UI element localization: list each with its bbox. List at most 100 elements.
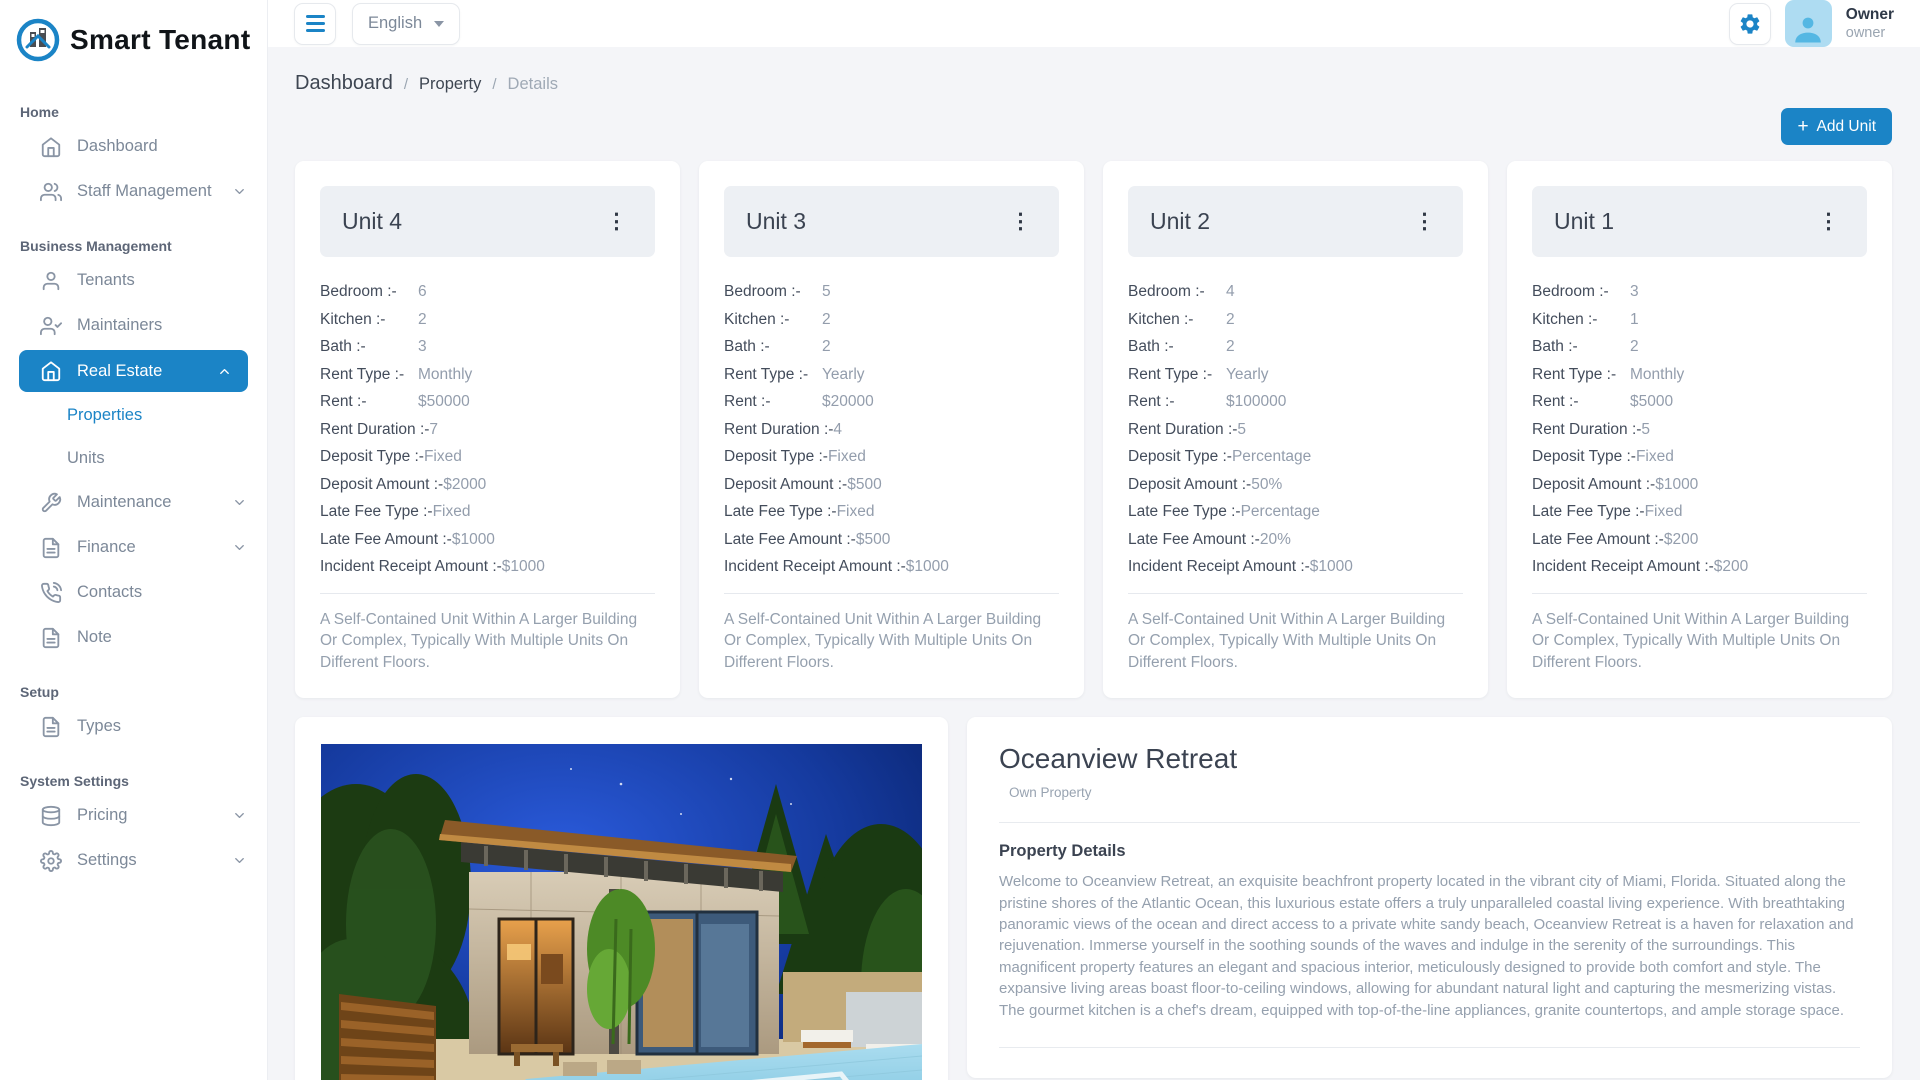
chevron-down-icon	[232, 853, 247, 868]
property-ownership-badge: Own Property	[999, 785, 1860, 800]
nav-section-setup: Setup	[20, 684, 247, 700]
unit-detail-row: Deposit Type :- Fixed	[1532, 448, 1867, 466]
unit-detail-row: Deposit Type :- Percentage	[1128, 448, 1463, 466]
breadcrumb-details: Details	[508, 75, 558, 94]
unit-detail-row: Late Fee Type :- Percentage	[1128, 503, 1463, 521]
unit-detail-row: Late Fee Type :- Fixed	[320, 503, 655, 521]
kebab-menu-icon[interactable]: ⋮	[1004, 209, 1037, 234]
unit-title: Unit 2	[1150, 208, 1210, 235]
file-icon	[40, 537, 62, 559]
unit-detail-row: Late Fee Amount :- 20%	[1128, 531, 1463, 549]
settings-button[interactable]	[1729, 3, 1771, 45]
sidebar-item-maintenance[interactable]: Maintenance	[0, 480, 267, 525]
property-photo	[321, 744, 922, 1080]
unit-detail-row: Bath :- 2	[1128, 338, 1463, 356]
chevron-down-icon	[232, 184, 247, 199]
unit-card-header: Unit 4 ⋮	[320, 186, 655, 257]
user-menu[interactable]: Owner owner	[1846, 5, 1894, 43]
unit-detail-row: Incident Receipt Amount :- $1000	[724, 558, 1059, 576]
unit-detail-row: Late Fee Amount :- $200	[1532, 531, 1867, 549]
unit-detail-row: Deposit Type :- Fixed	[724, 448, 1059, 466]
unit-detail-row: Incident Receipt Amount :- $200	[1532, 558, 1867, 576]
app-logo[interactable]: Smart Tenant	[0, 0, 267, 80]
unit-detail-row: Kitchen :- 1	[1532, 311, 1867, 329]
unit-detail-row: Rent :- $20000	[724, 393, 1059, 411]
chevron-down-icon	[232, 540, 247, 555]
nav-section-system-settings: System Settings	[20, 773, 247, 789]
unit-card: Unit 3 ⋮ Bedroom :- 5 Kitchen :-	[699, 161, 1084, 698]
unit-detail-row: Late Fee Type :- Fixed	[724, 503, 1059, 521]
unit-detail-row: Deposit Amount :- $2000	[320, 476, 655, 494]
kebab-menu-icon[interactable]: ⋮	[1812, 209, 1845, 234]
breadcrumb: Dashboard / Property / Details	[295, 72, 1892, 95]
property-details-card: Oceanview Retreat Own Property Property …	[967, 717, 1892, 1078]
nav-section-business: Business Management	[20, 238, 247, 254]
note-icon	[40, 627, 62, 649]
sidebar-item-real-estate[interactable]: Real Estate	[19, 350, 248, 392]
sidebar-nav: Home Dashboard Staff Management Business…	[0, 104, 267, 883]
user-role: owner	[1846, 24, 1894, 42]
plus-icon: +	[1797, 117, 1808, 136]
unit-detail-row: Incident Receipt Amount :- $1000	[320, 558, 655, 576]
person-check-icon	[40, 315, 62, 337]
unit-detail-row: Bath :- 2	[724, 338, 1059, 356]
unit-detail-row: Deposit Type :- Fixed	[320, 448, 655, 466]
sidebar-item-note[interactable]: Note	[0, 615, 267, 660]
gear-icon	[40, 850, 62, 872]
unit-detail-rows: Bedroom :- 5 Kitchen :- 2 Bath :-	[724, 283, 1059, 576]
unit-detail-row: Rent :- $5000	[1532, 393, 1867, 411]
unit-detail-row: Deposit Amount :- 50%	[1128, 476, 1463, 494]
sidebar-item-settings[interactable]: Settings	[0, 838, 267, 883]
sidebar-toggle-button[interactable]	[294, 3, 336, 45]
unit-card: Unit 2 ⋮ Bedroom :- 4 Kitchen :-	[1103, 161, 1488, 698]
person-icon	[1790, 11, 1826, 47]
unit-description: A Self-Contained Unit Within A Larger Bu…	[1128, 609, 1463, 673]
language-dropdown[interactable]: English	[352, 3, 460, 45]
sidebar-subitem-properties[interactable]: Properties	[0, 394, 267, 437]
breadcrumb-property[interactable]: Property	[419, 75, 481, 94]
kebab-menu-icon[interactable]: ⋮	[600, 209, 633, 234]
home-icon	[40, 136, 62, 158]
sidebar-item-types[interactable]: Types	[0, 704, 267, 749]
sidebar-item-finance[interactable]: Finance	[0, 525, 267, 570]
unit-detail-rows: Bedroom :- 3 Kitchen :- 1 Bath :-	[1532, 283, 1867, 576]
phone-icon	[40, 582, 62, 604]
sidebar-item-maintainers[interactable]: Maintainers	[0, 303, 267, 348]
unit-description: A Self-Contained Unit Within A Larger Bu…	[320, 609, 655, 673]
sidebar-item-staff-management[interactable]: Staff Management	[0, 169, 267, 214]
unit-card-header: Unit 1 ⋮	[1532, 186, 1867, 257]
unit-detail-row: Deposit Amount :- $1000	[1532, 476, 1867, 494]
property-details-heading: Property Details	[999, 842, 1860, 861]
user-name: Owner	[1846, 5, 1894, 24]
database-icon	[40, 805, 62, 827]
breadcrumb-dashboard[interactable]: Dashboard	[295, 72, 393, 95]
chevron-down-icon	[232, 495, 247, 510]
gear-icon	[1738, 12, 1762, 36]
unit-title: Unit 4	[342, 208, 402, 235]
note-icon	[40, 716, 62, 738]
chevron-down-icon	[232, 808, 247, 823]
add-unit-button[interactable]: + Add Unit	[1781, 108, 1892, 145]
unit-description: A Self-Contained Unit Within A Larger Bu…	[1532, 609, 1867, 673]
unit-detail-row: Incident Receipt Amount :- $1000	[1128, 558, 1463, 576]
unit-detail-row: Bedroom :- 4	[1128, 283, 1463, 301]
user-avatar[interactable]	[1785, 0, 1832, 47]
language-label: English	[368, 14, 422, 33]
sidebar-item-contacts[interactable]: Contacts	[0, 570, 267, 615]
sidebar-item-dashboard[interactable]: Dashboard	[0, 124, 267, 169]
unit-detail-row: Rent :- $50000	[320, 393, 655, 411]
divider	[999, 1047, 1860, 1048]
unit-card: Unit 1 ⋮ Bedroom :- 3 Kitchen :-	[1507, 161, 1892, 698]
divider	[724, 593, 1059, 594]
sidebar-subitem-units[interactable]: Units	[0, 437, 267, 480]
sidebar-item-tenants[interactable]: Tenants	[0, 258, 267, 303]
kebab-menu-icon[interactable]: ⋮	[1408, 209, 1441, 234]
sidebar-item-pricing[interactable]: Pricing	[0, 793, 267, 838]
unit-detail-row: Late Fee Amount :- $1000	[320, 531, 655, 549]
divider	[1128, 593, 1463, 594]
divider	[320, 593, 655, 594]
person-icon	[40, 270, 62, 292]
unit-detail-row: Bedroom :- 3	[1532, 283, 1867, 301]
divider	[1532, 593, 1867, 594]
unit-card-header: Unit 3 ⋮	[724, 186, 1059, 257]
